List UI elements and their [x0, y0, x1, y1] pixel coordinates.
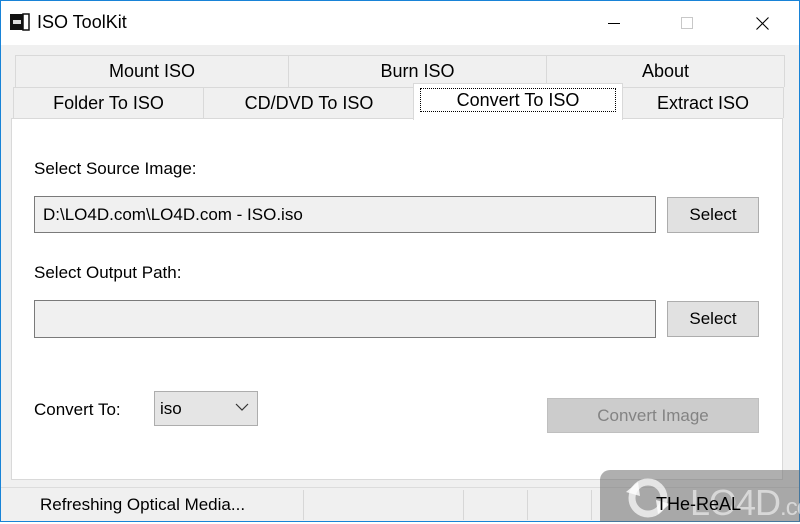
source-image-label: Select Source Image: — [34, 159, 197, 178]
title-bar[interactable]: ISO ToolKit — [1, 1, 799, 45]
minimize-button[interactable] — [591, 1, 637, 45]
tab-cd-dvd-to-iso[interactable]: CD/DVD To ISO — [203, 87, 415, 118]
close-icon — [755, 16, 769, 30]
status-cell-empty — [528, 490, 592, 520]
maximize-button[interactable] — [664, 1, 710, 45]
watermark-suffix: .com — [780, 494, 800, 521]
app-window: ISO ToolKit Mount ISO Burn ISO About Fol… — [0, 0, 800, 522]
close-button[interactable] — [739, 1, 785, 45]
client-area: Mount ISO Burn ISO About Folder To ISO C… — [1, 45, 799, 521]
tab-extract-iso[interactable]: Extract ISO — [622, 87, 784, 118]
status-right-text: THe-ReAL — [656, 494, 742, 514]
maximize-icon — [681, 17, 693, 29]
tab-folder-to-iso[interactable]: Folder To ISO — [13, 87, 204, 118]
tab-label: About — [641, 61, 690, 81]
tab-convert-to-iso[interactable]: Convert To ISO — [413, 83, 623, 120]
output-path-label: Select Output Path: — [34, 263, 182, 282]
tab-label: Extract ISO — [656, 92, 750, 113]
chevron-down-icon — [235, 403, 249, 411]
convert-to-label: Convert To: — [34, 400, 121, 419]
convert-to-dropdown[interactable]: iso — [154, 391, 258, 426]
app-icon — [10, 13, 30, 31]
output-path-field[interactable] — [34, 300, 656, 338]
tab-label: Burn ISO — [380, 61, 455, 81]
convert-to-iso-panel: Select Source Image: D:\LO4D.com\LO4D.co… — [11, 118, 783, 480]
tab-mount-iso[interactable]: Mount ISO — [15, 55, 289, 87]
select-output-button[interactable]: Select — [667, 301, 759, 337]
select-source-button[interactable]: Select — [667, 197, 759, 233]
window-title: ISO ToolKit — [37, 12, 127, 32]
tab-label: CD/DVD To ISO — [244, 92, 374, 113]
tab-label: Mount ISO — [108, 61, 196, 81]
status-text: Refreshing Optical Media... — [1, 490, 304, 520]
convert-image-button[interactable]: Convert Image — [547, 398, 759, 433]
tab-strip: Mount ISO Burn ISO About Folder To ISO C… — [1, 45, 799, 120]
tab-label: Folder To ISO — [53, 92, 164, 113]
convert-to-selected: iso — [160, 398, 182, 418]
minimize-icon — [608, 23, 620, 24]
tab-label: Convert To ISO — [419, 88, 617, 112]
source-image-field[interactable]: D:\LO4D.com\LO4D.com - ISO.iso — [34, 196, 656, 233]
status-cell-empty — [464, 490, 528, 520]
status-cell-empty — [304, 490, 464, 520]
